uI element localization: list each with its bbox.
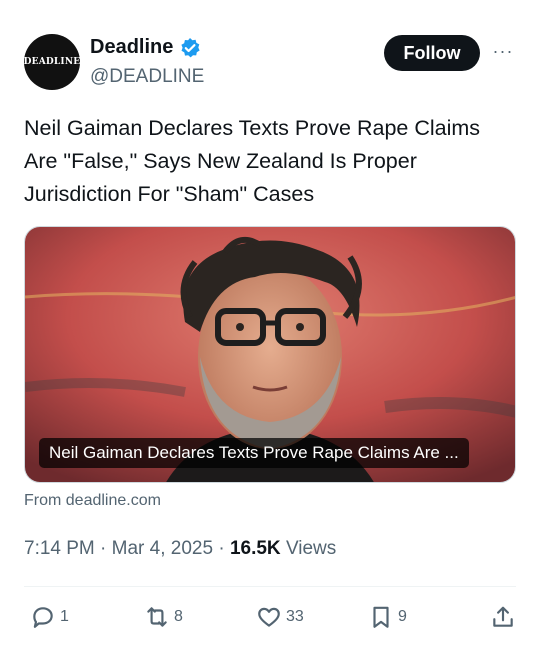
verified-badge-icon	[179, 37, 201, 59]
divider	[24, 586, 516, 587]
user-handle[interactable]: @DEADLINE	[90, 66, 204, 88]
card-title: Neil Gaiman Declares Texts Prove Rape Cl…	[39, 438, 469, 468]
heart-icon	[258, 607, 280, 627]
action-bar: 1 8 33 9	[24, 604, 516, 636]
meta-separator: ·	[218, 538, 225, 559]
display-name[interactable]: Deadline	[90, 36, 173, 59]
meta-separator: ·	[100, 538, 107, 559]
repost-icon	[147, 607, 167, 627]
follow-button[interactable]: Follow	[384, 35, 480, 71]
like-button[interactable]: 33	[256, 604, 304, 630]
repost-count: 8	[174, 608, 183, 625]
tweet-meta: 7:14 PM · Mar 4, 2025 · 16.5K Views	[24, 538, 336, 560]
share-button[interactable]	[490, 604, 516, 630]
reply-count: 1	[60, 608, 69, 625]
tweet-header: DEADLINE Deadline @DEADLINE Follow ···	[24, 34, 516, 94]
views-label: Views	[285, 538, 337, 559]
share-icon	[493, 606, 513, 627]
repost-button[interactable]: 8	[144, 604, 183, 630]
link-card[interactable]: Neil Gaiman Declares Texts Prove Rape Cl…	[24, 226, 516, 483]
name-row: Deadline	[90, 36, 201, 59]
bookmark-icon	[373, 606, 389, 628]
bookmark-button[interactable]: 9	[368, 604, 407, 630]
reply-button[interactable]: 1	[30, 604, 69, 630]
like-count: 33	[286, 608, 304, 625]
avatar-logo-text: DEADLINE	[23, 57, 81, 67]
reply-icon	[33, 607, 53, 628]
views-count: 16.5K	[229, 538, 281, 559]
card-source-link[interactable]: From deadline.com	[24, 492, 161, 510]
tweet-date[interactable]: Mar 4, 2025	[112, 538, 213, 559]
avatar[interactable]: DEADLINE	[24, 34, 80, 90]
bookmark-count: 9	[398, 608, 407, 625]
tweet-time[interactable]: 7:14 PM	[24, 538, 95, 559]
more-options-icon[interactable]: ···	[490, 40, 516, 62]
tweet-text: Neil Gaiman Declares Texts Prove Rape Cl…	[24, 116, 481, 206]
